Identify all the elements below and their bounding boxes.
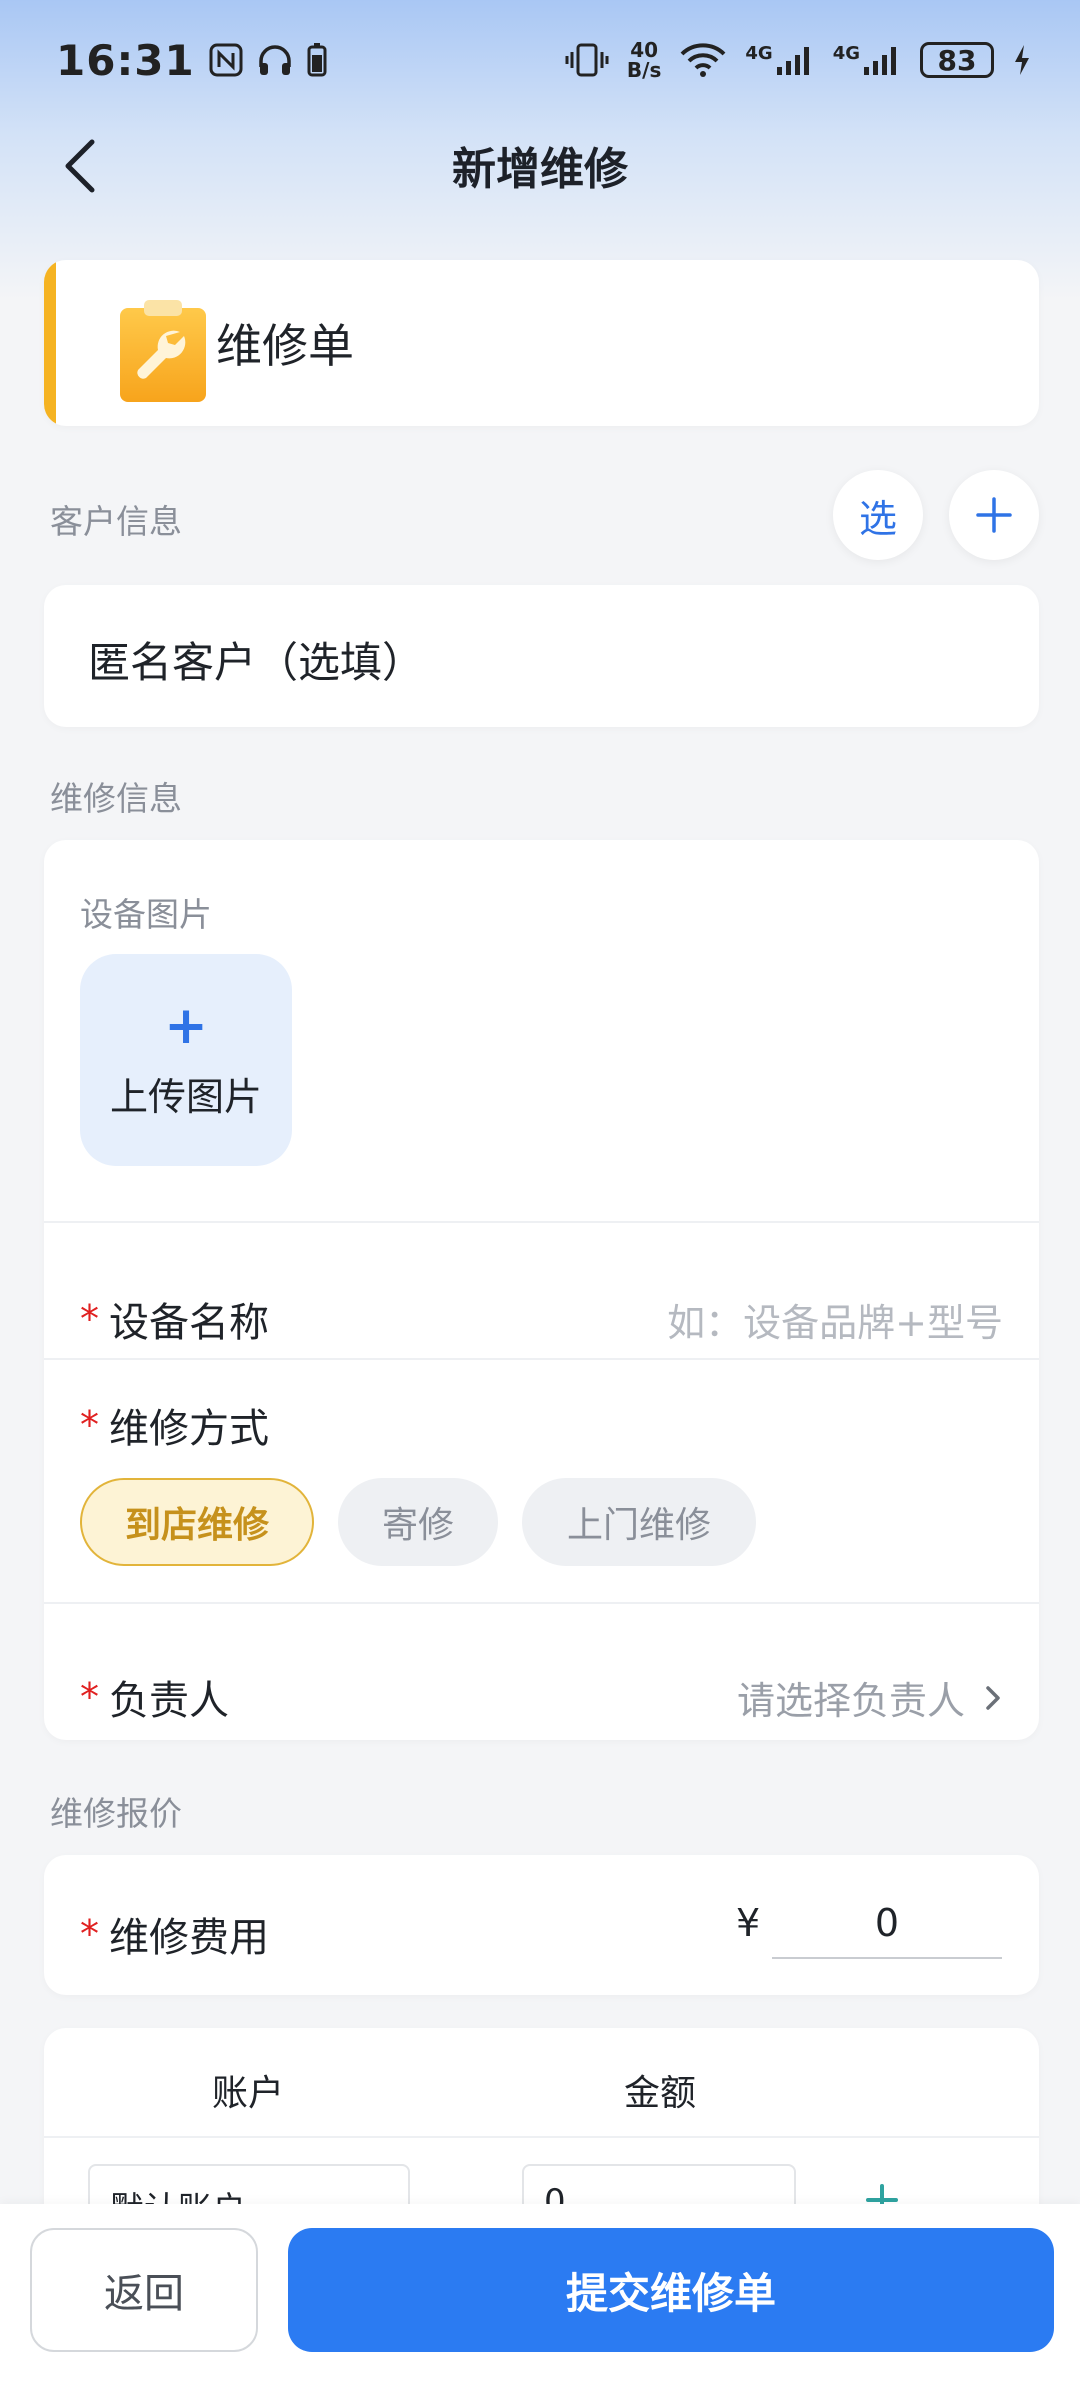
owner-selector[interactable]: 请选择负责人	[737, 1670, 1003, 1725]
upload-image-button[interactable]: + 上传图片	[80, 954, 292, 1166]
required-mark: *	[80, 1675, 99, 1719]
wifi-icon	[679, 42, 727, 78]
repair-method-label-text: 维修方式	[109, 1406, 269, 1452]
owner-placeholder: 请选择负责人	[736, 1679, 965, 1723]
divider	[44, 1358, 1039, 1360]
method-chip-mail-in[interactable]: 寄修	[338, 1478, 498, 1566]
nav-bar: 新增维修	[0, 120, 1080, 210]
headphones-icon	[257, 43, 293, 77]
page-title: 新增维修	[452, 144, 628, 195]
bottom-action-bar: 返回 提交维修单	[0, 2204, 1080, 2388]
charging-icon	[1012, 43, 1032, 77]
required-mark: *	[80, 1403, 99, 1447]
required-mark: *	[80, 1297, 99, 1341]
currency-symbol: ¥	[736, 1901, 761, 1945]
repair-order-header-card: 维修单	[44, 260, 1039, 426]
clipboard-wrench-icon	[98, 284, 228, 414]
repair-method-label: * 维修方式	[80, 1396, 269, 1454]
method-chip-onsite[interactable]: 上门维修	[522, 1478, 756, 1566]
quote-section-label: 维修报价	[50, 1794, 182, 1833]
device-name-label-text: 设备名称	[109, 1300, 269, 1346]
nfc-icon	[209, 43, 243, 77]
device-name-input[interactable]: 如：设备品牌+型号	[667, 1292, 1003, 1347]
return-button[interactable]: 返回	[30, 2228, 258, 2352]
upload-image-label: 上传图片	[109, 1074, 262, 1119]
owner-label-text: 负责人	[109, 1678, 229, 1724]
repair-section-label: 维修信息	[50, 779, 182, 818]
repair-fee-label-text: 维修费用	[109, 1915, 269, 1961]
repair-fee-card: * 维修费用 ¥	[44, 1855, 1039, 1995]
customer-field[interactable]: 匿名客户（选填）	[44, 585, 1039, 727]
net-speed-unit: B/s	[626, 58, 662, 82]
customer-placeholder: 匿名客户（选填）	[88, 638, 425, 687]
device-name-label: * 设备名称	[80, 1290, 269, 1348]
device-image-label: 设备图片	[80, 895, 212, 934]
add-customer-button[interactable]	[949, 470, 1039, 560]
chevron-left-icon	[65, 139, 95, 193]
chevron-right-icon	[986, 1685, 1000, 1710]
divider	[44, 1221, 1039, 1223]
status-bar: 16:31 40 B/s 4G 4G 83	[0, 0, 1080, 120]
plus-icon	[976, 497, 1012, 533]
submit-repair-order-button[interactable]: 提交维修单	[288, 2228, 1054, 2352]
battery-small-icon	[307, 43, 327, 77]
select-customer-button[interactable]: 选	[833, 470, 923, 560]
customer-section-label: 客户信息	[50, 502, 182, 541]
signal-2-label: 4G	[832, 43, 860, 64]
method-chip-in-store[interactable]: 到店维修	[80, 1478, 314, 1566]
status-left: 16:31	[56, 36, 327, 85]
repair-order-title: 维修单	[216, 319, 354, 373]
signal-1-label: 4G	[745, 43, 773, 64]
repair-fee-label: * 维修费用	[80, 1905, 269, 1963]
status-time: 16:31	[56, 35, 195, 85]
divider	[44, 1602, 1039, 1604]
required-mark: *	[80, 1912, 99, 1956]
repair-info-card: 设备图片 + 上传图片 * 设备名称 如：设备品牌+型号 * 维修方式 到店维修…	[44, 840, 1039, 1740]
cellular-signal-1-icon: 4G	[745, 43, 814, 77]
owner-label: * 负责人	[80, 1668, 229, 1726]
amount-column-header: 金额	[624, 2073, 697, 2114]
repair-fee-input[interactable]	[772, 1889, 1002, 1959]
cellular-signal-2-icon: 4G	[833, 43, 902, 77]
net-speed: 40 B/s	[627, 40, 661, 80]
battery-indicator: 83	[920, 42, 994, 78]
vibrate-icon	[565, 42, 609, 78]
divider	[44, 2136, 1039, 2138]
status-right: 40 B/s 4G 4G 83	[565, 40, 1032, 80]
back-button[interactable]	[60, 136, 120, 196]
account-column-header: 账户	[212, 2073, 285, 2114]
upload-plus-icon: +	[164, 995, 208, 1056]
